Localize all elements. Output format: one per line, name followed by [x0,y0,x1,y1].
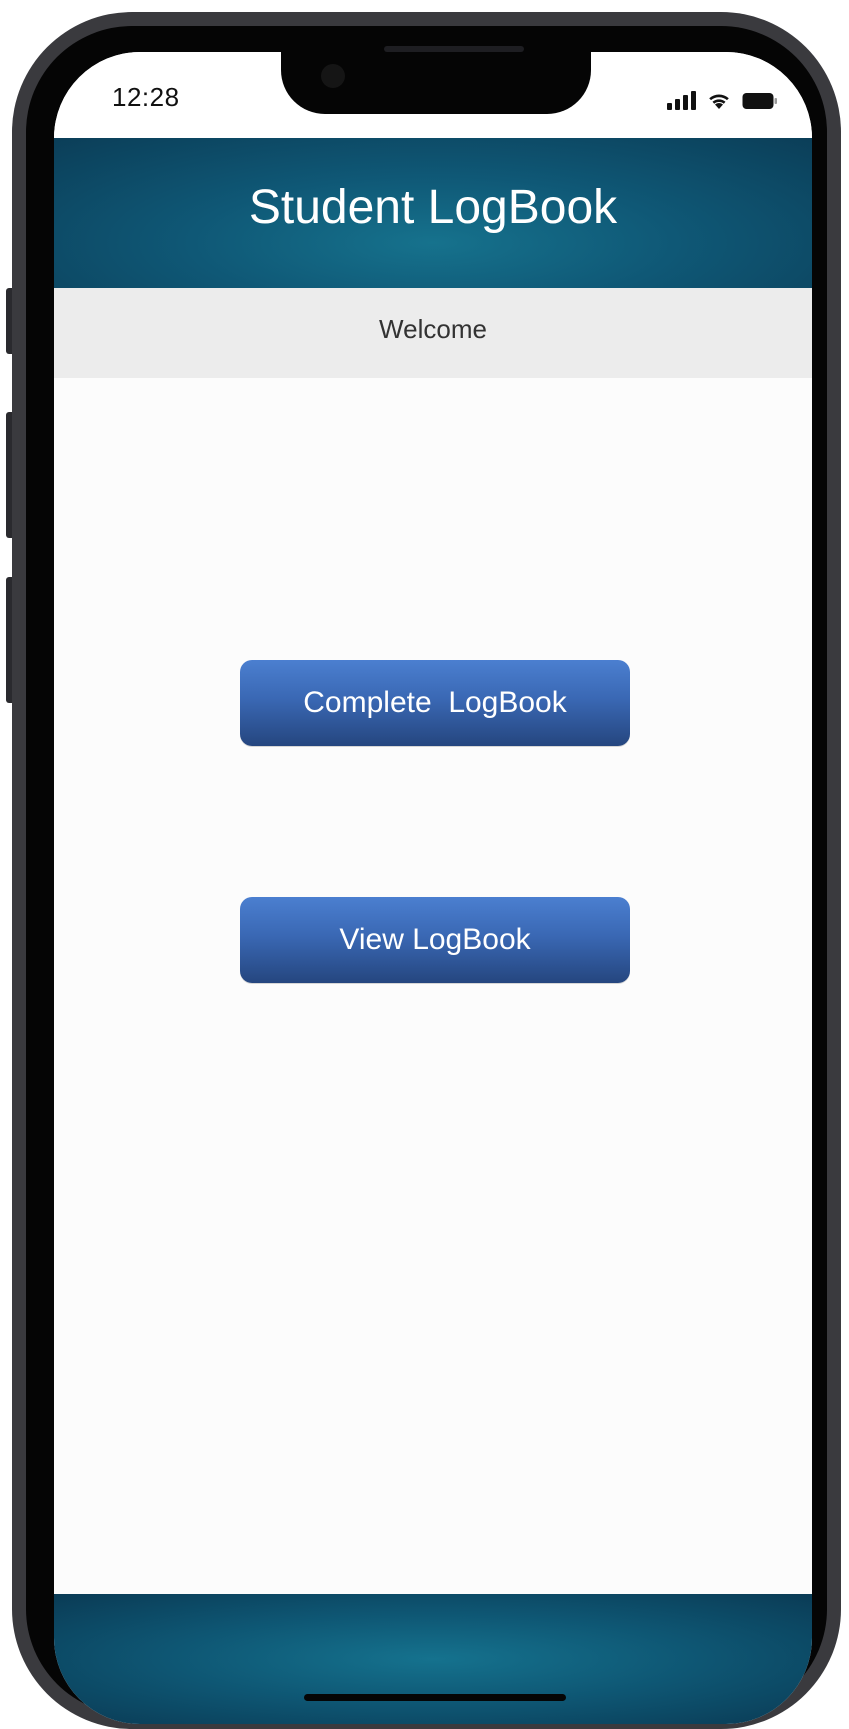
front-camera-icon [321,64,345,88]
phone-screen: 12:28 Student LogBook Welcome Complete L… [54,52,812,1724]
app-header: Student LogBook [54,138,812,288]
battery-icon [742,92,778,110]
welcome-text: Welcome [379,313,487,344]
cellular-signal-icon [667,90,696,110]
complete-logbook-button[interactable]: Complete LogBook [240,660,630,746]
status-icons [667,86,778,110]
page: 12:28 Student LogBook Welcome Complete L… [0,0,849,1729]
welcome-banner: Welcome [54,288,812,378]
status-time: 12:28 [112,82,180,112]
app-title: Student LogBook [248,180,618,234]
view-logbook-button[interactable]: View LogBook [240,897,630,983]
status-bar: 12:28 [54,52,812,138]
app-footer [54,1594,812,1724]
home-indicator[interactable] [304,1694,566,1701]
wifi-icon [706,90,732,110]
notch [281,52,591,114]
